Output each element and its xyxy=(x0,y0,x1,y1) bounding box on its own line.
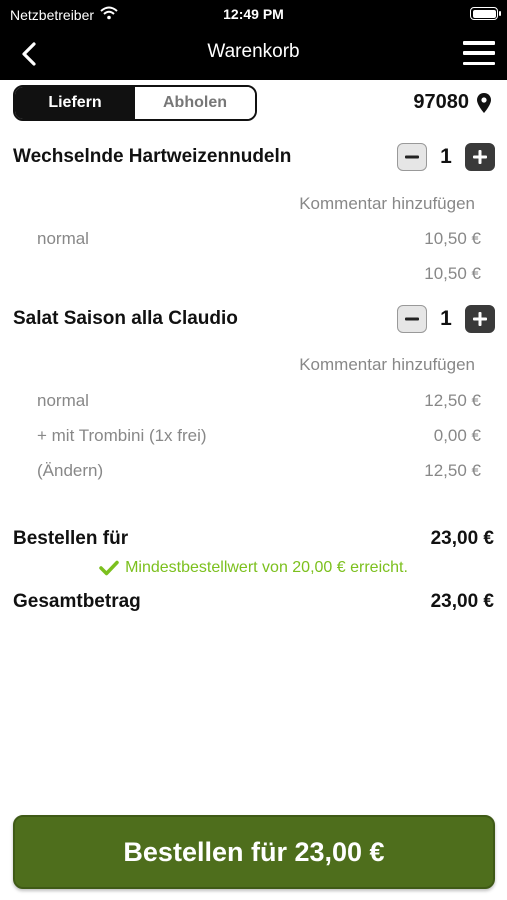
plus-icon xyxy=(473,312,487,326)
line-price: 10,50 € xyxy=(424,229,481,248)
navigation-bar: Warenkorb xyxy=(0,28,507,80)
plus-icon xyxy=(473,150,487,164)
place-order-button[interactable]: Bestellen für 23,00 € xyxy=(13,815,495,889)
top-bar: Netzbetreiber 12:49 PM Warenkorb xyxy=(0,0,507,80)
checkmark-icon xyxy=(99,560,119,576)
hamburger-icon-bar xyxy=(463,51,495,55)
zip-code: 97080 xyxy=(413,91,469,113)
line-label: + mit Trombini (1x frei) xyxy=(37,426,207,445)
status-time: 12:49 PM xyxy=(223,6,284,22)
order-for-value: 23,00 € xyxy=(430,528,494,549)
line-label: normal xyxy=(37,391,89,410)
order-for-label: Bestellen für xyxy=(13,528,129,549)
change-option-link[interactable]: (Ändern) xyxy=(37,461,103,481)
line-price: 12,50 € xyxy=(424,391,481,410)
cart-item-name: Salat Saison alla Claudio xyxy=(13,308,238,329)
hamburger-icon-bar xyxy=(463,41,495,45)
decrease-quantity-button[interactable] xyxy=(397,305,427,333)
location-selector[interactable]: 97080 xyxy=(413,91,491,114)
quantity-value: 1 xyxy=(440,145,452,168)
decrease-quantity-button[interactable] xyxy=(397,143,427,171)
minus-icon xyxy=(405,155,419,159)
total-label: Gesamtbetrag xyxy=(13,591,141,612)
item-subtotal: 12,50 € xyxy=(424,461,481,480)
quantity-stepper: 1 xyxy=(397,305,495,333)
total-value: 23,00 € xyxy=(430,591,494,612)
quantity-stepper: 1 xyxy=(397,143,495,171)
minus-icon xyxy=(405,317,419,321)
page-title: Warenkorb xyxy=(207,41,300,62)
line-label: normal xyxy=(37,229,89,248)
line-price: 0,00 € xyxy=(433,426,481,445)
hamburger-icon-bar xyxy=(463,61,495,65)
quantity-value: 1 xyxy=(440,307,452,330)
min-order-message: Mindestbestellwert von 20,00 € erreicht. xyxy=(0,559,507,577)
battery-icon xyxy=(470,7,501,20)
item-subtotal: 10,50 € xyxy=(424,264,481,283)
status-bar: Netzbetreiber 12:49 PM xyxy=(0,0,507,28)
add-comment-link[interactable]: Kommentar hinzufügen xyxy=(299,355,475,375)
delivery-mode-toggle: Liefern Abholen xyxy=(13,85,257,121)
increase-quantity-button[interactable] xyxy=(465,143,495,171)
tab-liefern[interactable]: Liefern xyxy=(15,87,135,119)
increase-quantity-button[interactable] xyxy=(465,305,495,333)
menu-button[interactable] xyxy=(461,38,497,68)
cart-item-name: Wechselnde Hartweizennudeln xyxy=(13,146,292,167)
min-order-text: Mindestbestellwert von 20,00 € erreicht. xyxy=(125,559,408,576)
add-comment-link[interactable]: Kommentar hinzufügen xyxy=(299,194,475,214)
location-pin-icon xyxy=(477,92,491,113)
tab-abholen[interactable]: Abholen xyxy=(135,87,255,119)
